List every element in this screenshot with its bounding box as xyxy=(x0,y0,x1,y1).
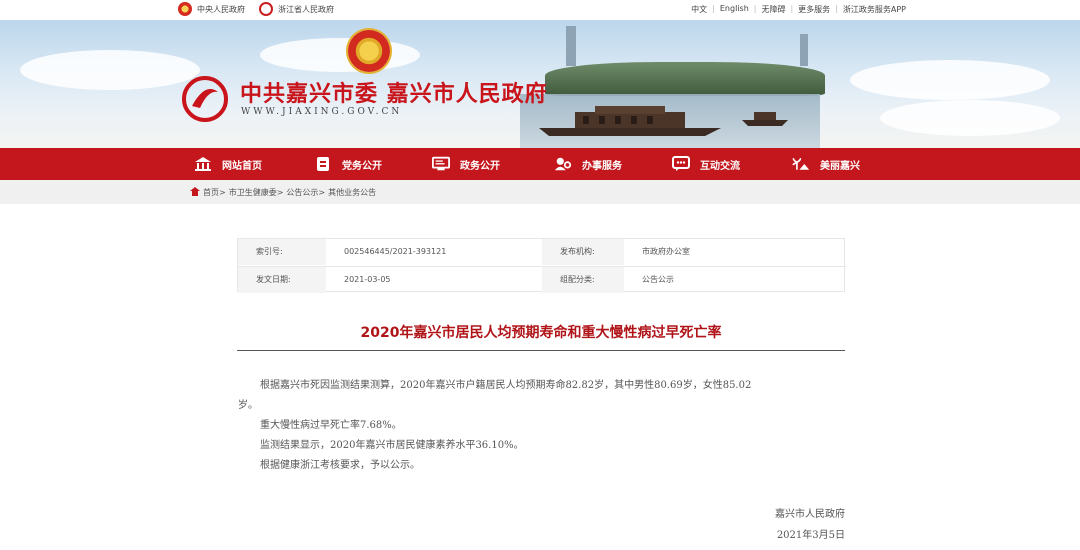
home-icon xyxy=(194,156,212,172)
date-value: 2021-03-05 xyxy=(344,275,391,284)
article-body: 根据嘉兴市死因监测结果测算，2020年嘉兴市户籍居民人均预期寿命82.82岁，其… xyxy=(238,376,858,476)
site-banner: 中共嘉兴市委 嘉兴市人民政府 WWW.JIAXING.GOV.CN xyxy=(0,20,1080,148)
breadcrumb-announcements[interactable]: 公告公示 xyxy=(286,187,318,198)
article-paragraph: 根据健康浙江考核要求，予以公示。 xyxy=(260,460,420,471)
publisher-label: 发布机构: xyxy=(542,239,624,265)
nav-services[interactable]: 办事服务 xyxy=(554,148,622,180)
article-signature: 嘉兴市人民政府 2021年3月5日 xyxy=(775,504,845,546)
zhejiang-government-link[interactable]: 浙江省人民政府 xyxy=(259,2,334,16)
breadcrumb-home[interactable]: 首页 xyxy=(203,187,219,198)
zhejiang-app-link[interactable]: 浙江政务服务APP xyxy=(843,4,906,15)
article-paragraph: 重大慢性病过早死亡率7.68%。 xyxy=(260,420,402,431)
chat-icon xyxy=(672,156,690,172)
national-emblem-icon xyxy=(348,30,390,72)
article-title: 2020年嘉兴市居民人均预期寿命和重大慢性病过早死亡率 xyxy=(360,325,722,341)
top-bar: 中央人民政府 浙江省人民政府 中文 | English | 无障碍 | 更多服务… xyxy=(0,0,1080,20)
nav-beautiful-jiaxing[interactable]: 美丽嘉兴 xyxy=(792,148,860,180)
meta-row: 发文日期: 2021-03-05 组配分类: 公告公示 xyxy=(238,266,846,293)
nav-government-affairs[interactable]: 政务公开 xyxy=(432,148,500,180)
title-divider xyxy=(237,350,845,351)
scenery-icon xyxy=(792,156,810,172)
site-url: WWW.JIAXING.GOV.CN xyxy=(241,107,403,117)
date-label: 发文日期: xyxy=(238,267,326,293)
national-emblem-icon xyxy=(178,2,192,16)
article-paragraph: 根据嘉兴市死因监测结果测算，2020年嘉兴市户籍居民人均预期寿命82.82岁，其… xyxy=(260,380,752,391)
lang-chinese-link[interactable]: 中文 xyxy=(691,4,707,15)
breadcrumb: 首页 > 市卫生健康委 > 公告公示 > 其他业务公告 xyxy=(0,180,1080,204)
monitor-icon xyxy=(432,156,450,172)
jiaxing-logo-icon xyxy=(182,76,228,122)
main-navigation: 网站首页 党务公开 政务公开 办事服务 互动交流 美丽嘉兴 xyxy=(0,148,1080,180)
document-icon xyxy=(314,156,332,172)
signature-date: 2021年3月5日 xyxy=(776,530,845,541)
index-value: 002546445/2021-393121 xyxy=(344,247,447,256)
index-label: 索引号: xyxy=(238,239,326,265)
red-boat-image xyxy=(539,106,721,136)
zhejiang-logo-icon xyxy=(259,2,273,16)
category-value: 公告公示 xyxy=(642,275,674,284)
category-label: 组配分类: xyxy=(542,267,624,293)
nav-home[interactable]: 网站首页 xyxy=(194,148,262,180)
document-meta-table: 索引号: 002546445/2021-393121 发布机构: 市政府办公室 … xyxy=(237,238,846,293)
nav-interaction[interactable]: 互动交流 xyxy=(672,148,740,180)
site-title: 中共嘉兴市委 嘉兴市人民政府 xyxy=(240,81,548,107)
accessibility-link[interactable]: 无障碍 xyxy=(761,4,785,15)
home-icon xyxy=(190,187,200,198)
meta-row: 索引号: 002546445/2021-393121 发布机构: 市政府办公室 xyxy=(238,239,846,265)
breadcrumb-health-commission[interactable]: 市卫生健康委 xyxy=(229,187,277,198)
service-icon xyxy=(554,156,572,172)
article-paragraph: 监测结果显示，2020年嘉兴市居民健康素养水平36.10%。 xyxy=(260,440,524,451)
publisher-value: 市政府办公室 xyxy=(642,247,690,256)
signature-issuer: 嘉兴市人民政府 xyxy=(775,509,845,520)
breadcrumb-other-announcements[interactable]: 其他业务公告 xyxy=(328,187,376,198)
article-paragraph-continuation: 岁。 xyxy=(238,400,258,411)
lake-island-scenery xyxy=(545,62,825,96)
nav-party-affairs[interactable]: 党务公开 xyxy=(314,148,382,180)
central-government-link[interactable]: 中央人民政府 xyxy=(178,2,245,16)
small-boat-image xyxy=(742,112,788,126)
more-services-link[interactable]: 更多服务 xyxy=(798,4,830,15)
lang-english-link[interactable]: English xyxy=(720,4,749,15)
